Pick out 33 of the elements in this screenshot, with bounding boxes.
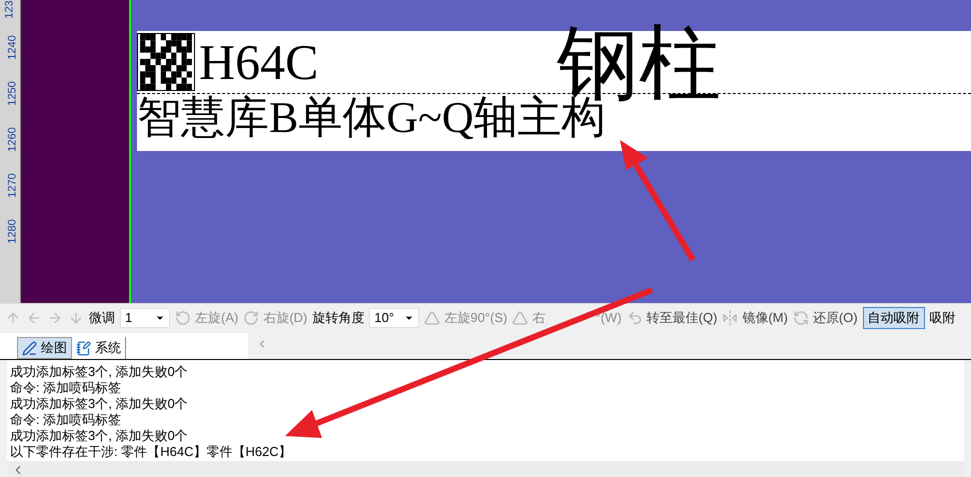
ruler-label: 1270	[8, 173, 19, 198]
reset-icon	[792, 310, 809, 326]
snap-toggle[interactable]: 自动吸附	[862, 306, 925, 328]
log-line: 命令: 添加喷码标签	[10, 412, 122, 428]
ruler-label: 1280	[8, 219, 19, 244]
value-select[interactable]: 10°	[369, 308, 420, 328]
panel-tab[interactable]: 系统	[72, 337, 126, 359]
log-line: 命令: 添加喷码标签	[10, 380, 122, 396]
rotate-left-icon	[175, 310, 191, 326]
log-line: 成功添加标签3个, 添加失败0个	[10, 364, 189, 380]
toolbar-button[interactable]: 转至最佳(Q)	[626, 308, 718, 328]
triangle-icon	[424, 310, 440, 326]
toolbar-button[interactable]: 还原(O)	[792, 308, 858, 328]
ruler-label: 1240	[8, 35, 19, 60]
log-line: 成功添加标签3个, 添加失败0个	[10, 396, 189, 412]
value-select[interactable]: 1	[120, 308, 170, 328]
notebook-icon	[76, 340, 91, 356]
ruler-label: 123	[4, 0, 16, 19]
log-line: 成功添加标签3个, 添加失败0个	[10, 428, 189, 444]
panel-tab[interactable]: 绘图	[17, 337, 72, 359]
pencil-icon	[22, 340, 37, 356]
undo-icon	[626, 310, 643, 326]
ruler-label: 1260	[8, 127, 19, 152]
toolbar-button[interactable]: 镜像(M)	[722, 308, 788, 328]
triangle-icon	[512, 310, 528, 326]
toolbar-label: 旋转角度	[312, 308, 364, 327]
mirror-icon	[722, 310, 738, 326]
toolbar-label: 吸附	[930, 308, 956, 327]
toolbar-label: 微调	[89, 308, 115, 327]
rotate-right-icon	[243, 310, 260, 326]
part-code: H64C	[199, 37, 318, 87]
log-line: 以下零件存在干涉: 零件【H64C】零件【H62C】	[10, 444, 293, 460]
ruler-label: 1250	[8, 81, 19, 106]
